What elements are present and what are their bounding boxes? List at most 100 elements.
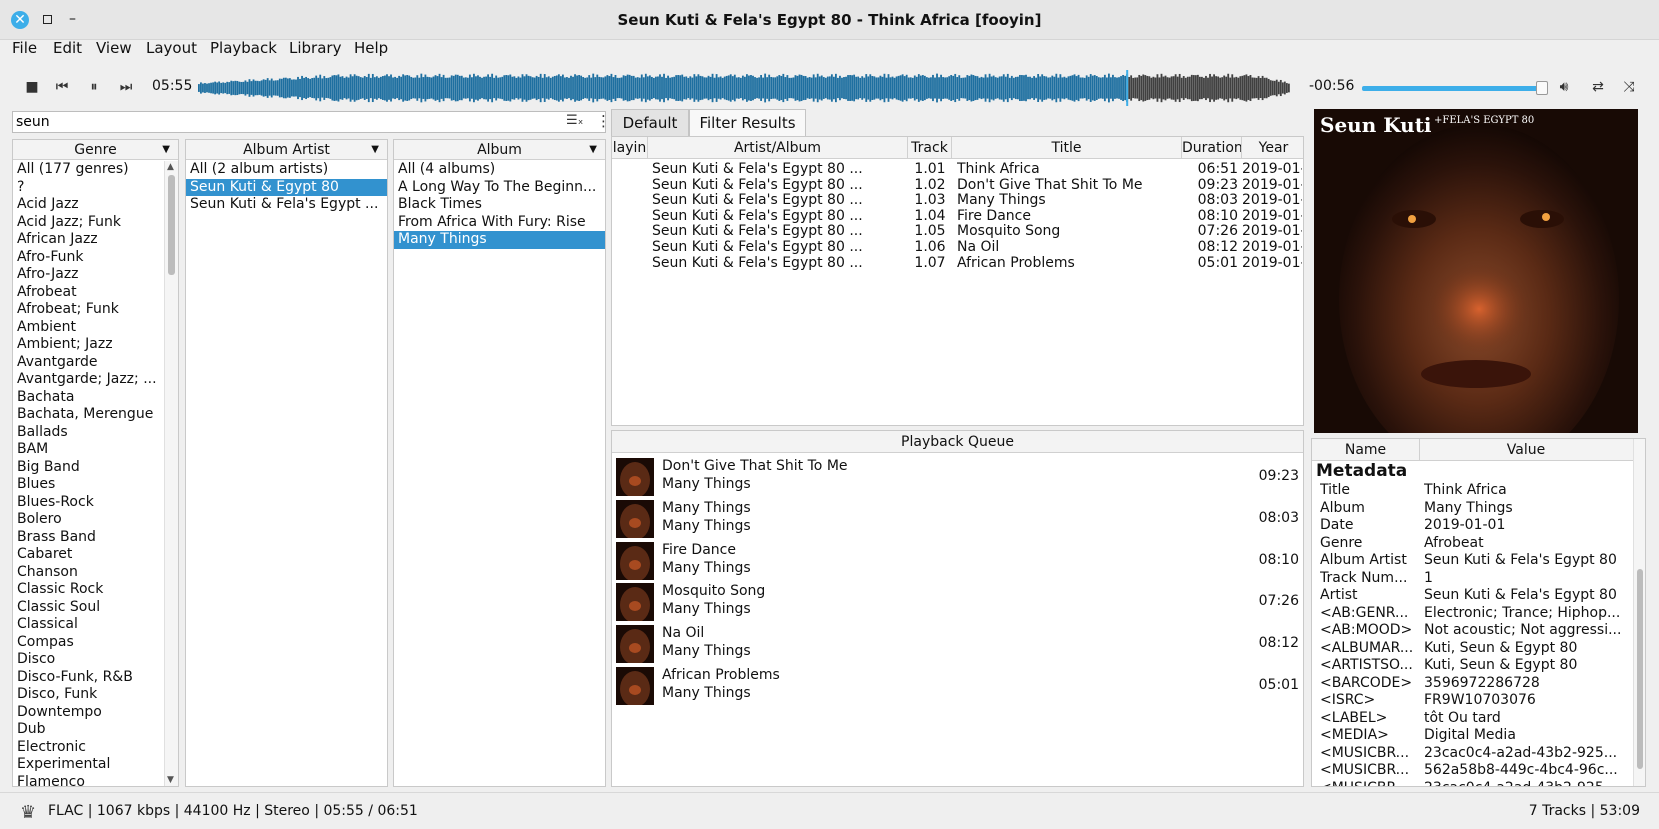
genre-item[interactable]: Chanson xyxy=(13,564,178,582)
genre-item[interactable]: Compas xyxy=(13,634,178,652)
search-field[interactable]: ☰ₓ ⋮ xyxy=(12,111,611,133)
genre-item[interactable]: Bolero xyxy=(13,511,178,529)
col-playing[interactable]: layin xyxy=(612,137,648,159)
genre-header[interactable]: Genre ▼ xyxy=(13,140,178,160)
metadata-row[interactable]: <AB:MOOD> Not acoustic; Not aggressi... xyxy=(1312,622,1632,640)
album-artist-item[interactable]: Seun Kuti & Egypt 80 xyxy=(186,178,387,196)
genre-item[interactable]: Dub xyxy=(13,721,178,739)
metadata-row[interactable]: Date 2019-01-01 xyxy=(1312,517,1632,535)
previous-icon[interactable]: ⏮ xyxy=(53,78,71,96)
metadata-row[interactable]: <ISRC> FR9W10703076 xyxy=(1312,692,1632,710)
metadata-row[interactable]: <MUSICBR... 23cac0c4-a2ad-43b2-925... xyxy=(1312,780,1632,787)
metadata-row[interactable]: <AB:GENR... Electronic; Trance; Hiphop... xyxy=(1312,605,1632,623)
repeat-icon[interactable]: ⇄ xyxy=(1589,78,1607,96)
info-scrollbar[interactable] xyxy=(1633,439,1645,786)
menu-playback[interactable]: Playback xyxy=(210,39,277,57)
metadata-row[interactable]: Genre Afrobeat xyxy=(1312,535,1632,553)
scroll-up-icon[interactable]: ▲ xyxy=(167,162,174,172)
shuffle-icon[interactable]: ⤨ xyxy=(1620,78,1638,96)
genre-item[interactable]: ? xyxy=(13,179,178,197)
queue-item[interactable]: Mosquito Song Many Things 07:26 xyxy=(612,581,1303,623)
genre-item[interactable]: Disco-Funk, R&B xyxy=(13,669,178,687)
genre-item[interactable]: Ballads xyxy=(13,424,178,442)
genre-item[interactable]: Blues xyxy=(13,476,178,494)
col-track[interactable]: Track xyxy=(908,137,952,159)
pause-icon[interactable]: ⏸ xyxy=(85,78,103,96)
album-item[interactable]: Many Things xyxy=(394,231,605,249)
genre-item[interactable]: Avantgarde xyxy=(13,354,178,372)
genre-scrollbar[interactable]: ▲ ▼ xyxy=(164,161,178,786)
menu-file[interactable]: File xyxy=(12,39,37,57)
menu-help[interactable]: Help xyxy=(354,39,388,57)
volume-icon[interactable]: 🔊︎ xyxy=(1555,78,1573,96)
genre-item[interactable]: Big Band xyxy=(13,459,178,477)
waveform-seekbar[interactable] xyxy=(198,70,1290,106)
volume-slider[interactable] xyxy=(1362,86,1542,91)
genre-item[interactable]: Flamenco xyxy=(13,774,178,787)
search-options-icon[interactable]: ⋮ xyxy=(596,112,611,130)
genre-item[interactable]: Acid Jazz; Funk xyxy=(13,214,178,232)
playlist-row[interactable]: Seun Kuti & Fela's Egypt 80 ... 1.05 Mosqu… xyxy=(612,223,1303,239)
queue-item[interactable]: Na Oil Many Things 08:12 xyxy=(612,623,1303,665)
metadata-row[interactable]: <BARCODE> 3596972286728 xyxy=(1312,675,1632,693)
volume-handle[interactable] xyxy=(1536,81,1548,95)
genre-item[interactable]: Electronic xyxy=(13,739,178,757)
genre-item[interactable]: Ambient xyxy=(13,319,178,337)
queue-item[interactable]: Many Things Many Things 08:03 xyxy=(612,498,1303,540)
next-icon[interactable]: ⏭ xyxy=(117,78,135,96)
album-artist-item[interactable]: Seun Kuti & Fela's Egypt ... xyxy=(186,196,387,214)
menu-edit[interactable]: Edit xyxy=(53,39,82,57)
genre-item[interactable]: Afro-Funk xyxy=(13,249,178,267)
genre-item[interactable]: All (177 genres) xyxy=(13,161,178,179)
genre-item[interactable]: Classic Rock xyxy=(13,581,178,599)
clear-search-icon[interactable]: ☰ₓ xyxy=(566,113,583,128)
playlist-row[interactable]: Seun Kuti & Fela's Egypt 80 ... 1.02 Don't… xyxy=(612,177,1303,193)
playlist-row[interactable]: Seun Kuti & Fela's Egypt 80 ... 1.07 Afric… xyxy=(612,255,1303,271)
genre-item[interactable]: Classic Soul xyxy=(13,599,178,617)
album-header[interactable]: Album ▼ xyxy=(394,140,605,160)
stop-icon[interactable]: ■ xyxy=(23,78,41,96)
tab-default[interactable]: Default xyxy=(611,109,689,136)
metadata-row[interactable]: Album Many Things xyxy=(1312,500,1632,518)
menu-view[interactable]: View xyxy=(96,39,132,57)
genre-item[interactable]: Blues-Rock xyxy=(13,494,178,512)
genre-item[interactable]: Disco xyxy=(13,651,178,669)
queue-item[interactable]: African Problems Many Things 05:01 xyxy=(612,665,1303,707)
queue-item[interactable]: Fire Dance Many Things 08:10 xyxy=(612,540,1303,582)
tab-filter-results[interactable]: Filter Results xyxy=(689,109,806,136)
genre-item[interactable]: Bachata, Merengue xyxy=(13,406,178,424)
genre-item[interactable]: Acid Jazz xyxy=(13,196,178,214)
genre-item[interactable]: Afrobeat; Funk xyxy=(13,301,178,319)
col-title[interactable]: Title xyxy=(952,137,1182,159)
metadata-row[interactable]: Album Artist Seun Kuti & Fela's Egypt 80 xyxy=(1312,552,1632,570)
metadata-row[interactable]: <ALBUMAR... Kuti, Seun & Egypt 80 xyxy=(1312,640,1632,658)
genre-item[interactable]: Ambient; Jazz xyxy=(13,336,178,354)
genre-item[interactable]: Afro-Jazz xyxy=(13,266,178,284)
metadata-row[interactable]: Track Num... 1 xyxy=(1312,570,1632,588)
scroll-thumb[interactable] xyxy=(168,175,175,275)
metadata-row[interactable]: <MUSICBR... 562a58b8-449c-4bc4-96c... xyxy=(1312,762,1632,780)
scroll-thumb[interactable] xyxy=(1637,569,1643,769)
genre-item[interactable]: Cabaret xyxy=(13,546,178,564)
search-input[interactable] xyxy=(16,113,536,131)
playlist-row[interactable]: Seun Kuti & Fela's Egypt 80 ... 1.04 Fire … xyxy=(612,208,1303,224)
album-item[interactable]: Black Times xyxy=(394,196,605,214)
playlist-row[interactable]: Seun Kuti & Fela's Egypt 80 ... 1.03 Many … xyxy=(612,192,1303,208)
metadata-row[interactable]: Artist Seun Kuti & Fela's Egypt 80 xyxy=(1312,587,1632,605)
genre-item[interactable]: Afrobeat xyxy=(13,284,178,302)
genre-item[interactable]: Classical xyxy=(13,616,178,634)
genre-item[interactable]: Downtempo xyxy=(13,704,178,722)
metadata-row[interactable]: <MEDIA> Digital Media xyxy=(1312,727,1632,745)
col-value[interactable]: Value xyxy=(1420,439,1632,461)
genre-item[interactable]: African Jazz xyxy=(13,231,178,249)
queue-item[interactable]: Don't Give That Shit To Me Many Things 09:… xyxy=(612,456,1303,498)
metadata-row[interactable]: <LABEL> tôt Ou tard xyxy=(1312,710,1632,728)
col-name[interactable]: Name xyxy=(1312,439,1420,461)
genre-item[interactable]: Disco, Funk xyxy=(13,686,178,704)
genre-item[interactable]: BAM xyxy=(13,441,178,459)
playlist-row[interactable]: Seun Kuti & Fela's Egypt 80 ... 1.06 Na Oi… xyxy=(612,239,1303,255)
album-item[interactable]: From Africa With Fury: Rise xyxy=(394,214,605,232)
album-item[interactable]: All (4 albums) xyxy=(394,161,605,179)
genre-item[interactable]: Brass Band xyxy=(13,529,178,547)
metadata-row[interactable]: <MUSICBR... 23cac0c4-a2ad-43b2-925... xyxy=(1312,745,1632,763)
